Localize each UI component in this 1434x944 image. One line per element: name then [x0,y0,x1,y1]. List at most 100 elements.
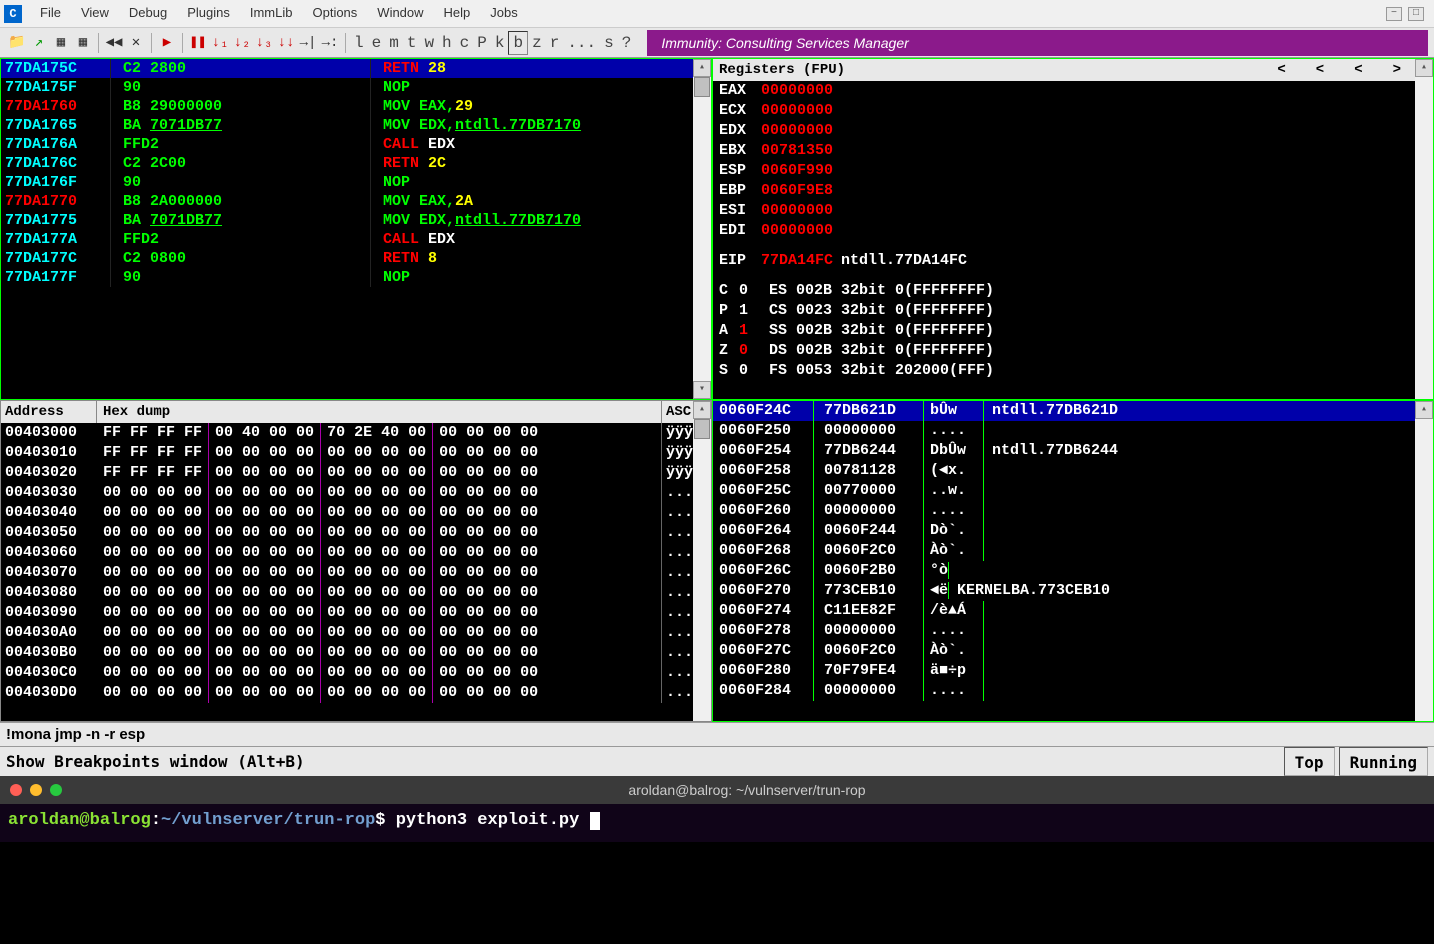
toolbar-letter-s[interactable]: s [600,32,618,54]
toolbar-letter-k[interactable]: k [491,32,509,54]
registers-pane[interactable]: Registers (FPU) < < < > EAX00000000ECX00… [712,58,1434,400]
disasm-row[interactable]: 77DA177F90NOP [1,268,711,287]
stack-row[interactable]: 0060F2640060F244Dò`. [713,521,1415,541]
terminal-close-icon[interactable] [10,784,22,796]
hex-row[interactable]: 00403000FF FF FF FF00 40 00 0070 2E 40 0… [1,423,711,443]
registers-scrollbar[interactable]: ▴ [1415,59,1433,399]
toolbar-letter-h[interactable]: h [438,32,456,54]
hex-row[interactable]: 004030A000 00 00 0000 00 00 0000 00 00 0… [1,623,711,643]
reg-nav-left-1[interactable]: < [1277,62,1285,78]
disasm-row[interactable]: 77DA175CC2 2800RETN 28 [1,59,711,78]
toolbar-letter-?[interactable]: ? [618,32,636,54]
register-row[interactable]: EDX00000000 [713,121,1415,141]
reg-nav-right[interactable]: > [1393,62,1401,78]
menu-options[interactable]: Options [302,1,367,24]
toolbar-letter-l[interactable]: l [350,32,368,54]
hex-row[interactable]: 00403020FF FF FF FF00 00 00 0000 00 00 0… [1,463,711,483]
disasm-row[interactable]: 77DA176CC2 2C00RETN 2C [1,154,711,173]
disasm-row[interactable]: 77DA1760B8 29000000MOV EAX,29 [1,97,711,116]
menu-plugins[interactable]: Plugins [177,1,240,24]
hex-row[interactable]: 0040303000 00 00 0000 00 00 0000 00 00 0… [1,483,711,503]
terminal-minimize-icon[interactable] [30,784,42,796]
toolbar-letter-P[interactable]: P [473,32,491,54]
stack-row[interactable]: 0060F25800781128(◄x. [713,461,1415,481]
menu-debug[interactable]: Debug [119,1,177,24]
hex-row[interactable]: 0040309000 00 00 0000 00 00 0000 00 00 0… [1,603,711,623]
restore-button[interactable]: □ [1408,7,1424,21]
grid2-icon[interactable]: ▦ [73,33,93,53]
register-row[interactable]: ECX00000000 [713,101,1415,121]
stack-row[interactable]: 0060F24C77DB621DbÛwntdll.77DB621D [713,401,1415,421]
menu-file[interactable]: File [30,1,71,24]
hexdump-pane[interactable]: Address Hex dump ASC 00403000FF FF FF FF… [0,400,712,722]
hex-row[interactable]: 004030C000 00 00 0000 00 00 0000 00 00 0… [1,663,711,683]
register-row[interactable]: EBP0060F9E8 [713,181,1415,201]
disasm-row[interactable]: 77DA1775BA 7071DB77MOV EDX,ntdll.77DB717… [1,211,711,230]
toolbar-letter-b[interactable]: b [508,31,528,55]
disasm-scrollbar[interactable]: ▴ ▾ [693,59,711,399]
register-row[interactable]: EDI00000000 [713,221,1415,241]
step-over-icon[interactable]: ↓₂ [232,33,252,53]
grid1-icon[interactable]: ▦ [51,33,71,53]
scroll-thumb[interactable] [694,77,710,97]
stack-row[interactable]: 0060F28400000000.... [713,681,1415,701]
toolbar-letter-c[interactable]: c [456,32,474,54]
terminal-maximize-icon[interactable] [50,784,62,796]
toolbar-letter-z[interactable]: z [528,32,546,54]
hex-row[interactable]: 0040305000 00 00 0000 00 00 0000 00 00 0… [1,523,711,543]
flag-row[interactable]: C0ES 002B 32bit 0(FFFFFFFF) [713,281,1415,301]
flag-row[interactable]: S0FS 0053 32bit 202000(FFF) [713,361,1415,381]
stack-scrollbar[interactable]: ▴ [1415,401,1433,721]
stack-row[interactable]: 0060F270773CEB10◄ëKERNELBA.773CEB10 [713,581,1415,601]
stack-row[interactable]: 0060F274C11EE82F/è▲Á [713,601,1415,621]
rewind-icon[interactable]: ◀◀ [104,33,124,53]
scroll-down-icon[interactable]: ▾ [693,381,711,399]
menu-view[interactable]: View [71,1,119,24]
scroll-up-icon[interactable]: ▴ [1415,59,1433,77]
hex-row[interactable]: 0040306000 00 00 0000 00 00 0000 00 00 0… [1,543,711,563]
register-eip[interactable]: EIP77DA14FCntdll.77DA14FC [713,251,1415,271]
open-icon[interactable]: 📁 [7,33,27,53]
hex-row[interactable]: 00403010FF FF FF FF00 00 00 0000 00 00 0… [1,443,711,463]
pause-icon[interactable]: ❚❚ [188,33,208,53]
close-icon[interactable]: ✕ [126,33,146,53]
command-input[interactable]: !mona jmp -n -r esp [0,722,1434,746]
step-out-icon[interactable]: ↓₃ [254,33,274,53]
menu-window[interactable]: Window [367,1,433,24]
scroll-up-icon[interactable]: ▴ [693,401,711,419]
menu-help[interactable]: Help [434,1,481,24]
reg-nav-left-2[interactable]: < [1316,62,1324,78]
hex-row[interactable]: 004030B000 00 00 0000 00 00 0000 00 00 0… [1,643,711,663]
minimize-button[interactable]: − [1386,7,1402,21]
hex-row[interactable]: 0040304000 00 00 0000 00 00 0000 00 00 0… [1,503,711,523]
register-row[interactable]: EAX00000000 [713,81,1415,101]
scroll-up-icon[interactable]: ▴ [1415,401,1433,419]
stack-row[interactable]: 0060F27800000000.... [713,621,1415,641]
disasm-row[interactable]: 77DA1765BA 7071DB77MOV EDX,ntdll.77DB717… [1,116,711,135]
disasm-row[interactable]: 77DA175F90NOP [1,78,711,97]
disasm-row[interactable]: 77DA1770B8 2A000000MOV EAX,2A [1,192,711,211]
stack-row[interactable]: 0060F26000000000.... [713,501,1415,521]
toolbar-letter-m[interactable]: m [385,32,403,54]
toolbar-letter-e[interactable]: e [368,32,386,54]
disasm-row[interactable]: 77DA176F90NOP [1,173,711,192]
stack-row[interactable]: 0060F26C0060F2B0°ò [713,561,1415,581]
disasm-row[interactable]: 77DA177CC2 0800RETN 8 [1,249,711,268]
stack-row[interactable]: 0060F2680060F2C0Àò`. [713,541,1415,561]
disasm-row[interactable]: 77DA177AFFD2CALL EDX [1,230,711,249]
register-row[interactable]: ESI00000000 [713,201,1415,221]
step-till-icon[interactable]: ↓↓ [276,33,296,53]
toolbar-letter-w[interactable]: w [420,32,438,54]
menu-immlib[interactable]: ImmLib [240,1,303,24]
disassembly-pane[interactable]: 77DA175CC2 2800RETN 2877DA175F90NOP77DA1… [0,58,712,400]
register-row[interactable]: ESP0060F990 [713,161,1415,181]
stack-row[interactable]: 0060F27C0060F2C0Àò`. [713,641,1415,661]
menu-jobs[interactable]: Jobs [480,1,527,24]
flag-row[interactable]: P1CS 0023 32bit 0(FFFFFFFF) [713,301,1415,321]
play-icon[interactable]: ▶ [157,33,177,53]
stack-row[interactable]: 0060F25C00770000..w. [713,481,1415,501]
run-icon[interactable]: ↗ [29,33,49,53]
disasm-row[interactable]: 77DA176AFFD2CALL EDX [1,135,711,154]
hex-row[interactable]: 0040308000 00 00 0000 00 00 0000 00 00 0… [1,583,711,603]
goto-icon[interactable]: →| [298,33,318,53]
